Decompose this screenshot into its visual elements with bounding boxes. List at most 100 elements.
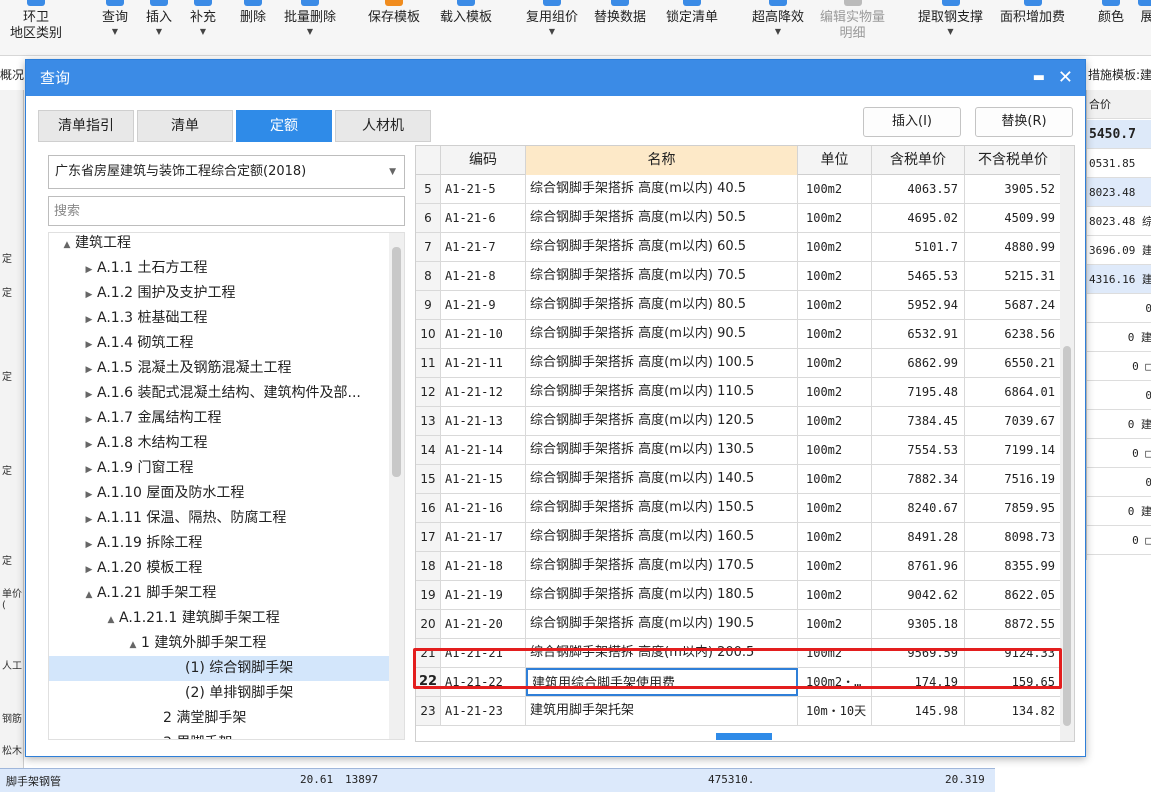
- expanded-triangle-icon[interactable]: ▲: [81, 583, 97, 608]
- tree-item[interactable]: ▶ A.1.9 门窗工程: [49, 456, 389, 481]
- grid-cell[interactable]: 综合钢脚手架搭拆 高度(m以内) 140.5: [526, 465, 798, 493]
- expanded-triangle-icon[interactable]: ▲: [125, 633, 141, 658]
- grid-row[interactable]: 14 A1-21-14 综合钢脚手架搭拆 高度(m以内) 130.5 100m2 755…: [416, 436, 1062, 465]
- toolbar-button-13[interactable]: 提取钢支撑 ▼: [918, 0, 983, 52]
- grid-cell[interactable]: 综合钢脚手架搭拆 高度(m以内) 190.5: [526, 610, 798, 638]
- grid-header-cell[interactable]: [416, 146, 441, 175]
- collapsed-triangle-icon[interactable]: ▶: [81, 508, 97, 533]
- collapsed-triangle-icon[interactable]: ▶: [81, 333, 97, 358]
- tree-item[interactable]: ▶ A.1.10 屋面及防水工程: [49, 481, 389, 506]
- toolbar-button-7[interactable]: 载入模板: [440, 0, 492, 52]
- toolbar-button-11[interactable]: 超高降效 ▼: [752, 0, 804, 52]
- collapsed-triangle-icon[interactable]: ▶: [81, 258, 97, 283]
- bottom-material-row[interactable]: 脚手架钢管 20.61 13897 475310. 20.319: [0, 768, 995, 792]
- grid-cell[interactable]: 综合钢脚手架搭拆 高度(m以内) 130.5: [526, 436, 798, 464]
- collapsed-triangle-icon[interactable]: ▶: [81, 533, 97, 558]
- tree-item[interactable]: ▶ A.1.4 砌筑工程: [49, 331, 389, 356]
- collapsed-triangle-icon[interactable]: ▶: [81, 558, 97, 583]
- grid-cell[interactable]: 综合钢脚手架搭拆 高度(m以内) 120.5: [526, 407, 798, 435]
- tree-scroll-thumb[interactable]: [392, 247, 401, 477]
- library-select[interactable]: 广东省房屋建筑与装饰工程综合定额(2018) ▼: [48, 155, 405, 189]
- grid-row[interactable]: 20 A1-21-20 综合钢脚手架搭拆 高度(m以内) 190.5 100m2 930…: [416, 610, 1062, 639]
- tab-1[interactable]: 清单: [137, 110, 233, 142]
- toolbar-button-3[interactable]: 补充 ▼: [190, 0, 216, 52]
- grid-cell[interactable]: 综合钢脚手架搭拆 高度(m以内) 170.5: [526, 552, 798, 580]
- tree-item[interactable]: ▲ A.1.21.1 建筑脚手架工程: [49, 606, 389, 631]
- grid-row[interactable]: 9 A1-21-9 综合钢脚手架搭拆 高度(m以内) 80.5 100m2 5952.9…: [416, 291, 1062, 320]
- tree-item[interactable]: 2 满堂脚手架: [49, 706, 389, 731]
- tree-item[interactable]: ▲ A.1.21 脚手架工程: [49, 581, 389, 606]
- toolbar-button-15[interactable]: 颜色: [1098, 0, 1124, 52]
- grid-row[interactable]: 12 A1-21-12 综合钢脚手架搭拆 高度(m以内) 110.5 100m2 719…: [416, 378, 1062, 407]
- tree-item[interactable]: ▶ A.1.19 拆除工程: [49, 531, 389, 556]
- collapsed-triangle-icon[interactable]: ▶: [81, 483, 97, 508]
- tree-item[interactable]: ▶ A.1.6 装配式混凝土结构、建筑构件及部...: [49, 381, 389, 406]
- toolbar-button-1[interactable]: 查询 ▼: [102, 0, 128, 52]
- tree-item[interactable]: (1) 综合钢脚手架: [49, 656, 389, 681]
- grid-header-cell[interactable]: 单位: [798, 146, 872, 175]
- grid-cell[interactable]: 综合钢脚手架搭拆 高度(m以内) 80.5: [526, 291, 798, 319]
- grid-row[interactable]: 6 A1-21-6 综合钢脚手架搭拆 高度(m以内) 50.5 100m2 4695.0…: [416, 204, 1062, 233]
- toolbar-button-6[interactable]: 保存模板: [368, 0, 420, 52]
- tree-item[interactable]: ▶ A.1.20 模板工程: [49, 556, 389, 581]
- toolbar-button-16[interactable]: 展: [1138, 0, 1151, 52]
- grid-cell[interactable]: 建筑用脚手架托架: [526, 697, 798, 725]
- toolbar-button-14[interactable]: 面积增加费: [1000, 0, 1065, 52]
- insert-button[interactable]: 插入(I): [863, 107, 961, 137]
- collapsed-triangle-icon[interactable]: ▶: [81, 358, 97, 383]
- toolbar-button-0[interactable]: 环卫 地区类别: [10, 0, 62, 52]
- grid-header-cell[interactable]: 编码: [441, 146, 526, 175]
- tree-item[interactable]: ▶ A.1.1 土石方工程: [49, 256, 389, 281]
- toolbar-button-9[interactable]: 替换数据: [594, 0, 646, 52]
- tree-item[interactable]: ▶ A.1.3 桩基础工程: [49, 306, 389, 331]
- tree-item[interactable]: ▲ 1 建筑外脚手架工程: [49, 631, 389, 656]
- grid-row[interactable]: 21 A1-21-21 综合钢脚手架搭拆 高度(m以内) 200.5 100m2 956…: [416, 639, 1062, 668]
- grid-row[interactable]: 18 A1-21-18 综合钢脚手架搭拆 高度(m以内) 170.5 100m2 876…: [416, 552, 1062, 581]
- grid-cell[interactable]: 综合钢脚手架搭拆 高度(m以内) 200.5: [526, 639, 798, 667]
- collapsed-triangle-icon[interactable]: ▶: [81, 408, 97, 433]
- grid-header-cell[interactable]: 含税单价: [872, 146, 965, 175]
- expanded-triangle-icon[interactable]: ▲: [59, 233, 75, 258]
- tab-3[interactable]: 人材机: [335, 110, 431, 142]
- grid-row[interactable]: 13 A1-21-13 综合钢脚手架搭拆 高度(m以内) 120.5 100m2 738…: [416, 407, 1062, 436]
- grid-row[interactable]: 5 A1-21-5 综合钢脚手架搭拆 高度(m以内) 40.5 100m2 4063.5…: [416, 175, 1062, 204]
- tree-item[interactable]: ▶ A.1.11 保温、隔热、防腐工程: [49, 506, 389, 531]
- grid-scroll-thumb[interactable]: [1063, 346, 1071, 726]
- grid-row[interactable]: 17 A1-21-17 综合钢脚手架搭拆 高度(m以内) 160.5 100m2 849…: [416, 523, 1062, 552]
- toolbar-button-12[interactable]: 编辑实物量 明细: [820, 0, 885, 52]
- grid-cell[interactable]: 综合钢脚手架搭拆 高度(m以内) 180.5: [526, 581, 798, 609]
- tree-item[interactable]: ▶ A.1.7 金属结构工程: [49, 406, 389, 431]
- tree-item[interactable]: ▶ A.1.8 木结构工程: [49, 431, 389, 456]
- grid-cell[interactable]: 综合钢脚手架搭拆 高度(m以内) 160.5: [526, 523, 798, 551]
- tree-item[interactable]: ▶ A.1.5 混凝土及钢筋混凝土工程: [49, 356, 389, 381]
- collapsed-triangle-icon[interactable]: ▶: [81, 283, 97, 308]
- tree-item[interactable]: ▲ 建筑工程: [49, 233, 389, 258]
- collapsed-triangle-icon[interactable]: ▶: [81, 433, 97, 458]
- grid-cell[interactable]: 建筑用综合脚手架使用费: [526, 668, 798, 696]
- toolbar-button-4[interactable]: 删除: [240, 0, 266, 52]
- grid-cell[interactable]: 综合钢脚手架搭拆 高度(m以内) 90.5: [526, 320, 798, 348]
- grid-cell[interactable]: 综合钢脚手架搭拆 高度(m以内) 150.5: [526, 494, 798, 522]
- grid-row[interactable]: 10 A1-21-10 综合钢脚手架搭拆 高度(m以内) 90.5 100m2 6532…: [416, 320, 1062, 349]
- grid-row[interactable]: 7 A1-21-7 综合钢脚手架搭拆 高度(m以内) 60.5 100m2 5101.7…: [416, 233, 1062, 262]
- toolbar-button-8[interactable]: 复用组价 ▼: [526, 0, 578, 52]
- splitter-handle[interactable]: [716, 733, 772, 740]
- grid-header-cell[interactable]: 名称: [526, 146, 798, 175]
- tree-item[interactable]: ▶ A.1.2 围护及支护工程: [49, 281, 389, 306]
- grid-row[interactable]: 19 A1-21-19 综合钢脚手架搭拆 高度(m以内) 180.5 100m2 904…: [416, 581, 1062, 610]
- tree-scrollbar[interactable]: [389, 233, 404, 739]
- grid-row[interactable]: 15 A1-21-15 综合钢脚手架搭拆 高度(m以内) 140.5 100m2 788…: [416, 465, 1062, 494]
- tree-item[interactable]: 3 里脚手架: [49, 731, 389, 739]
- toolbar-button-5[interactable]: 批量删除 ▼: [284, 0, 336, 52]
- grid-row[interactable]: 8 A1-21-8 综合钢脚手架搭拆 高度(m以内) 70.5 100m2 5465.5…: [416, 262, 1062, 291]
- maximize-icon[interactable]: ▬: [1033, 60, 1045, 96]
- grid-cell[interactable]: 综合钢脚手架搭拆 高度(m以内) 100.5: [526, 349, 798, 377]
- search-input[interactable]: [48, 196, 405, 226]
- close-icon[interactable]: ✕: [1058, 60, 1073, 96]
- grid-row[interactable]: 11 A1-21-11 综合钢脚手架搭拆 高度(m以内) 100.5 100m2 686…: [416, 349, 1062, 378]
- grid-cell[interactable]: 综合钢脚手架搭拆 高度(m以内) 60.5: [526, 233, 798, 261]
- grid-row[interactable]: 22 A1-21-22 建筑用综合脚手架使用费 100m2・… 174.19 159.65: [416, 668, 1062, 697]
- grid-cell[interactable]: 综合钢脚手架搭拆 高度(m以内) 50.5: [526, 204, 798, 232]
- grid-cell[interactable]: 综合钢脚手架搭拆 高度(m以内) 110.5: [526, 378, 798, 406]
- grid-scrollbar[interactable]: [1060, 146, 1074, 741]
